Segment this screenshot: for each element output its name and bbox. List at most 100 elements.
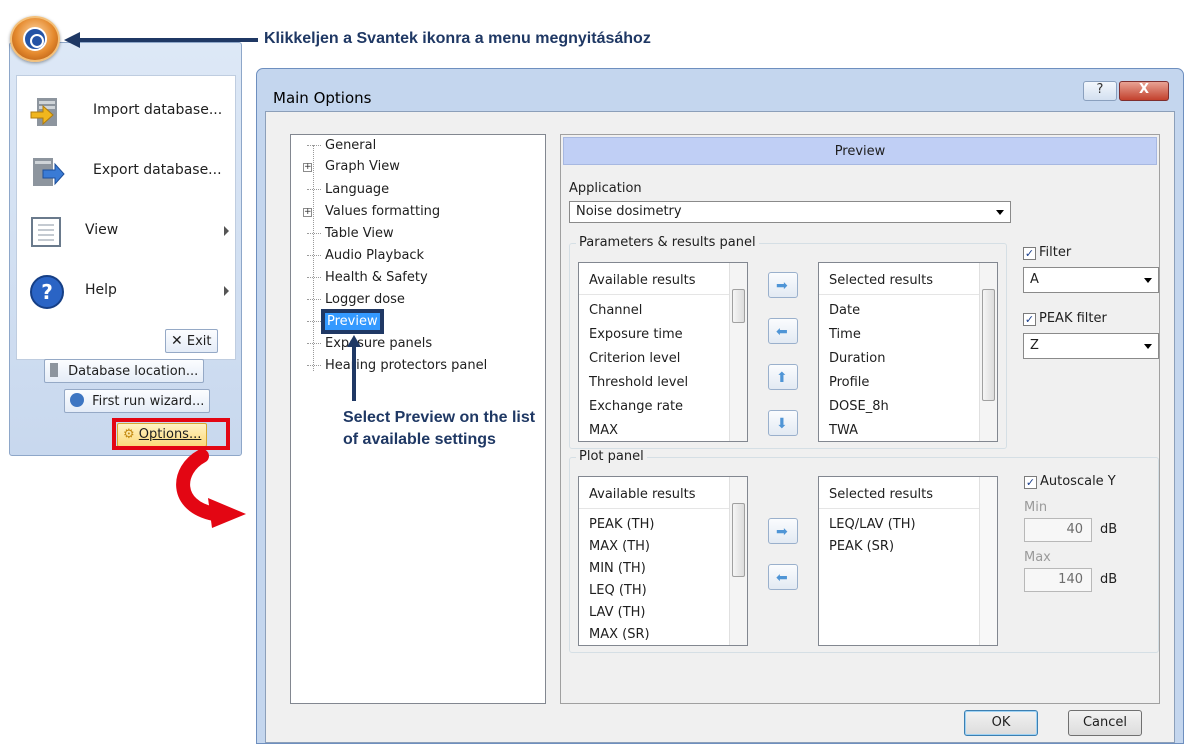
peak-filter-checkbox[interactable]: ✓ bbox=[1023, 313, 1036, 326]
arrow-up-icon: ⬆ bbox=[776, 370, 788, 386]
scrollbar[interactable] bbox=[729, 263, 747, 441]
expand-icon[interactable]: + bbox=[303, 163, 312, 172]
view-icon bbox=[31, 217, 61, 247]
tree-item-audio-playback[interactable]: Audio Playback bbox=[325, 248, 424, 263]
plot-available-header: Available results bbox=[579, 477, 747, 509]
params-selected-header: Selected results bbox=[819, 263, 997, 295]
arrow-left-icon: ⬅ bbox=[776, 570, 788, 586]
help-icon: ? bbox=[30, 275, 64, 309]
options-highlight bbox=[112, 418, 230, 450]
exit-button[interactable]: ✕ Exit bbox=[165, 329, 218, 353]
remove-param-button[interactable]: ⬅ bbox=[768, 318, 798, 344]
max-input[interactable]: 140 bbox=[1024, 568, 1092, 592]
list-item[interactable]: MAX (SR) bbox=[589, 627, 650, 642]
list-item[interactable]: Exposure time bbox=[589, 327, 683, 342]
tree-item-general[interactable]: General bbox=[325, 138, 376, 153]
params-available-list[interactable]: Available results Channel Exposure time … bbox=[578, 262, 748, 442]
list-item[interactable]: Date bbox=[829, 303, 860, 318]
help-item[interactable]: ? Help bbox=[25, 266, 235, 316]
plot-selected-header: Selected results bbox=[819, 477, 997, 509]
tree-item-table-view[interactable]: Table View bbox=[325, 226, 394, 241]
list-item[interactable]: PEAK (TH) bbox=[589, 517, 654, 532]
list-item[interactable]: TWA bbox=[829, 423, 858, 438]
list-item[interactable]: LEQ/LAV (TH) bbox=[829, 517, 916, 532]
main-options-dialog: Main Options ? X General + Graph View Lan… bbox=[256, 68, 1184, 744]
filter-checkbox[interactable]: ✓ bbox=[1023, 247, 1036, 260]
export-database-label: Export database... bbox=[93, 162, 222, 178]
list-item[interactable]: MAX bbox=[589, 423, 618, 438]
list-item[interactable]: Exchange rate bbox=[589, 399, 683, 414]
min-input[interactable]: 40 bbox=[1024, 518, 1092, 542]
params-selected-list[interactable]: Selected results Date Time Duration Prof… bbox=[818, 262, 998, 442]
first-run-wizard-button[interactable]: First run wizard... bbox=[64, 389, 211, 413]
list-item[interactable]: Channel bbox=[589, 303, 642, 318]
import-database-icon bbox=[30, 98, 57, 126]
import-database-item[interactable]: Import database... bbox=[25, 86, 235, 136]
list-item[interactable]: DOSE_8h bbox=[829, 399, 889, 414]
min-unit: dB bbox=[1100, 522, 1118, 537]
list-item[interactable]: PEAK (SR) bbox=[829, 539, 894, 554]
scrollbar[interactable] bbox=[979, 477, 997, 645]
list-item[interactable]: Profile bbox=[829, 375, 869, 390]
list-item[interactable]: Time bbox=[829, 327, 861, 342]
export-database-icon bbox=[33, 158, 65, 186]
panel-header: Preview bbox=[563, 137, 1157, 165]
add-plot-button[interactable]: ➡ bbox=[768, 518, 798, 544]
view-label: View bbox=[85, 222, 119, 238]
app-menu: Import database... Export database... Vi… bbox=[9, 42, 242, 456]
expand-icon[interactable]: + bbox=[303, 208, 312, 217]
tree-item-logger-dose[interactable]: Logger dose bbox=[325, 292, 405, 307]
view-item[interactable]: View bbox=[25, 206, 235, 256]
filter-select[interactable]: A bbox=[1023, 267, 1159, 293]
list-item[interactable]: Duration bbox=[829, 351, 885, 366]
parameters-group: Parameters & results panel Available res… bbox=[569, 235, 1007, 449]
import-database-label: Import database... bbox=[93, 102, 223, 118]
annotation-line bbox=[78, 38, 258, 42]
tree-item-language[interactable]: Language bbox=[325, 182, 389, 197]
list-item[interactable]: Criterion level bbox=[589, 351, 680, 366]
export-database-item[interactable]: Export database... bbox=[25, 146, 235, 196]
ok-button[interactable]: OK bbox=[964, 710, 1038, 736]
application-value: Noise dosimetry bbox=[576, 204, 682, 219]
close-button[interactable]: X bbox=[1119, 81, 1169, 101]
tree-item-health-safety[interactable]: Health & Safety bbox=[325, 270, 428, 285]
scrollbar[interactable] bbox=[729, 477, 747, 645]
scrollbar[interactable] bbox=[979, 263, 997, 441]
tree-item-preview[interactable]: Preview bbox=[321, 309, 384, 334]
help-button[interactable]: ? bbox=[1083, 81, 1117, 101]
add-param-button[interactable]: ➡ bbox=[768, 272, 798, 298]
application-select[interactable]: Noise dosimetry bbox=[569, 201, 1011, 223]
tree-item-exposure-panels[interactable]: Exposure panels bbox=[325, 336, 432, 351]
tree-annotation: Select Preview on the list of available … bbox=[343, 409, 536, 448]
settings-tree[interactable]: General + Graph View Language + Values for… bbox=[290, 134, 546, 704]
annotation-up-arrow-icon bbox=[347, 335, 361, 401]
peak-filter-value: Z bbox=[1030, 338, 1039, 353]
plot-selected-list[interactable]: Selected results LEQ/LAV (TH) PEAK (SR) bbox=[818, 476, 998, 646]
tree-item-values-formatting[interactable]: Values formatting bbox=[325, 204, 440, 219]
list-item[interactable]: LAV (TH) bbox=[589, 605, 646, 620]
peak-filter-select[interactable]: Z bbox=[1023, 333, 1159, 359]
list-item[interactable]: Threshold level bbox=[589, 375, 688, 390]
autoscale-label: Autoscale Y bbox=[1040, 474, 1116, 489]
move-down-button[interactable]: ⬇ bbox=[768, 410, 798, 436]
submenu-arrow-icon bbox=[224, 226, 229, 236]
list-item[interactable]: LEQ (TH) bbox=[589, 583, 647, 598]
cancel-button[interactable]: Cancel bbox=[1068, 710, 1142, 736]
svantek-logo-icon bbox=[23, 27, 47, 51]
tree-item-graph-view[interactable]: Graph View bbox=[325, 159, 400, 174]
tree-line bbox=[313, 145, 314, 371]
arrow-right-icon: ➡ bbox=[776, 524, 788, 540]
app-menu-items: Import database... Export database... Vi… bbox=[16, 75, 236, 360]
plot-available-list[interactable]: Available results PEAK (TH) MAX (TH) MIN… bbox=[578, 476, 748, 646]
database-location-button[interactable]: Database location... bbox=[44, 359, 205, 383]
remove-plot-button[interactable]: ⬅ bbox=[768, 564, 798, 590]
autoscale-checkbox[interactable]: ✓ bbox=[1024, 476, 1037, 489]
move-up-button[interactable]: ⬆ bbox=[768, 364, 798, 390]
list-item[interactable]: MAX (TH) bbox=[589, 539, 650, 554]
database-icon bbox=[50, 363, 58, 377]
max-label: Max bbox=[1024, 550, 1051, 565]
svantek-menu-button[interactable] bbox=[10, 16, 60, 62]
wizard-gear-icon bbox=[70, 393, 84, 407]
list-item[interactable]: MIN (TH) bbox=[589, 561, 646, 576]
close-icon: ✕ bbox=[171, 333, 183, 349]
